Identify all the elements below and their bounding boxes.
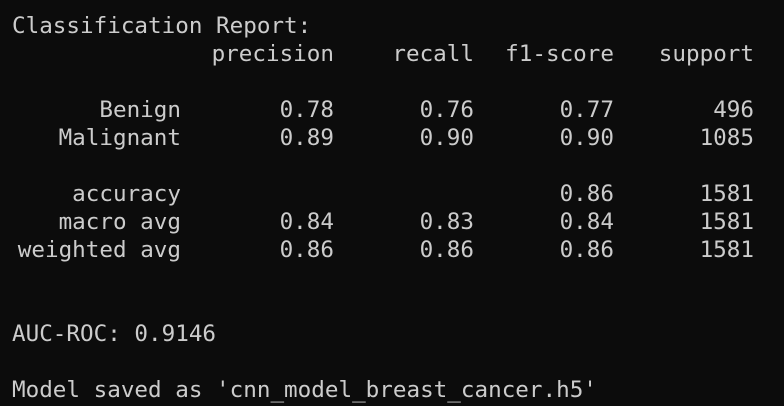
row-label: weighted avg: [17, 237, 181, 263]
row-support: 1581: [699, 209, 754, 235]
header-support: support: [658, 41, 754, 67]
row-label: Malignant: [58, 125, 181, 151]
row-precision: 0.84: [279, 209, 334, 235]
report-title: Classification Report:: [12, 13, 312, 39]
row-recall: 0.86: [419, 237, 474, 263]
header-f1-score: f1-score: [505, 41, 614, 67]
row-recall: 0.90: [419, 125, 474, 151]
terminal-output[interactable]: Classification Report: precision recall …: [0, 0, 784, 406]
row-label: Benign: [99, 97, 181, 123]
row-f1-score: 0.90: [559, 125, 614, 151]
row-f1-score: 0.84: [559, 209, 614, 235]
row-precision: 0.86: [279, 237, 334, 263]
row-f1-score: 0.86: [559, 181, 614, 207]
row-f1-score: 0.77: [559, 97, 614, 123]
model-saved-line: Model saved as 'cnn_model_breast_cancer.…: [12, 377, 597, 403]
row-support: 1085: [699, 125, 754, 151]
auc-roc-line: AUC-ROC: 0.9146: [12, 321, 217, 347]
row-support: 1581: [699, 181, 754, 207]
row-support: 1581: [699, 237, 754, 263]
row-f1-score: 0.86: [559, 237, 614, 263]
header-recall: recall: [392, 41, 474, 67]
row-recall: 0.76: [419, 97, 474, 123]
row-label: accuracy: [72, 181, 181, 207]
row-support: 496: [713, 97, 754, 123]
row-recall: [340, 180, 474, 208]
row-precision: 0.78: [279, 97, 334, 123]
row-recall: 0.83: [419, 209, 474, 235]
row-precision: [200, 180, 334, 208]
header-precision: precision: [211, 41, 334, 67]
row-label: macro avg: [58, 209, 181, 235]
row-precision: 0.89: [279, 125, 334, 151]
